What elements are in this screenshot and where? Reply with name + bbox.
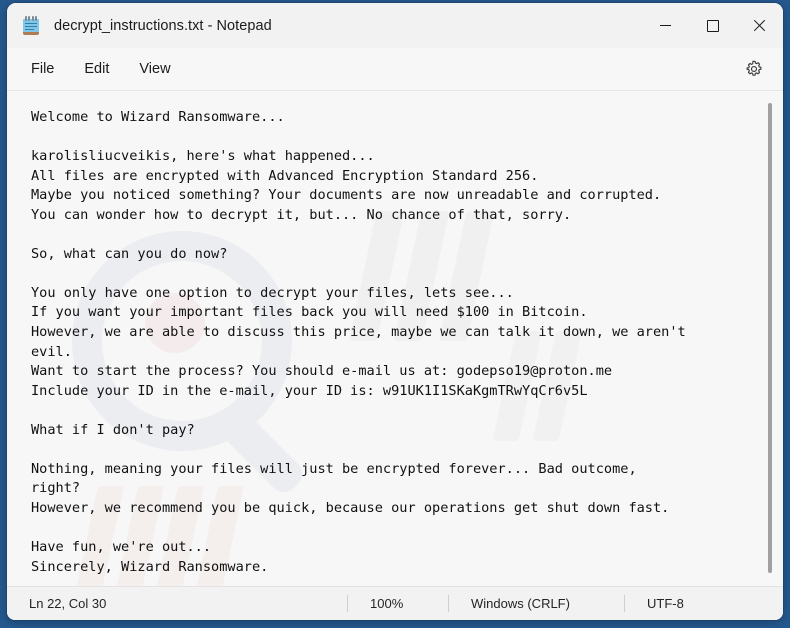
minimize-button[interactable] — [642, 3, 689, 48]
menu-bar: File Edit View — [7, 48, 783, 91]
maximize-icon — [706, 19, 719, 32]
close-button[interactable] — [736, 3, 783, 48]
scrollbar-thumb[interactable] — [768, 103, 772, 573]
notepad-icon — [22, 15, 40, 36]
notepad-window: decrypt_instructions.txt - Notepad File … — [7, 3, 783, 620]
menu-item-file[interactable]: File — [20, 56, 65, 82]
maximize-button[interactable] — [689, 3, 736, 48]
status-zoom-level[interactable]: 100% — [348, 595, 448, 612]
text-editor-area[interactable]: Welcome to Wizard Ransomware... karolisl… — [7, 91, 783, 586]
window-title: decrypt_instructions.txt - Notepad — [54, 17, 272, 34]
close-icon — [753, 19, 766, 32]
gear-icon — [746, 60, 762, 76]
minimize-icon — [660, 25, 671, 26]
document-text[interactable]: Welcome to Wizard Ransomware... karolisl… — [7, 91, 783, 586]
menu-item-view[interactable]: View — [128, 56, 181, 82]
status-encoding[interactable]: UTF-8 — [625, 595, 701, 612]
status-cursor-position[interactable]: Ln 22, Col 30 — [7, 595, 347, 612]
window-controls — [642, 3, 783, 48]
menu-item-edit[interactable]: Edit — [73, 56, 120, 82]
title-bar[interactable]: decrypt_instructions.txt - Notepad — [7, 3, 783, 48]
status-line-ending[interactable]: Windows (CRLF) — [449, 595, 624, 612]
vertical-scrollbar[interactable] — [764, 91, 776, 586]
settings-button[interactable] — [739, 54, 769, 84]
status-bar: Ln 22, Col 30 100% Windows (CRLF) UTF-8 — [7, 586, 783, 620]
